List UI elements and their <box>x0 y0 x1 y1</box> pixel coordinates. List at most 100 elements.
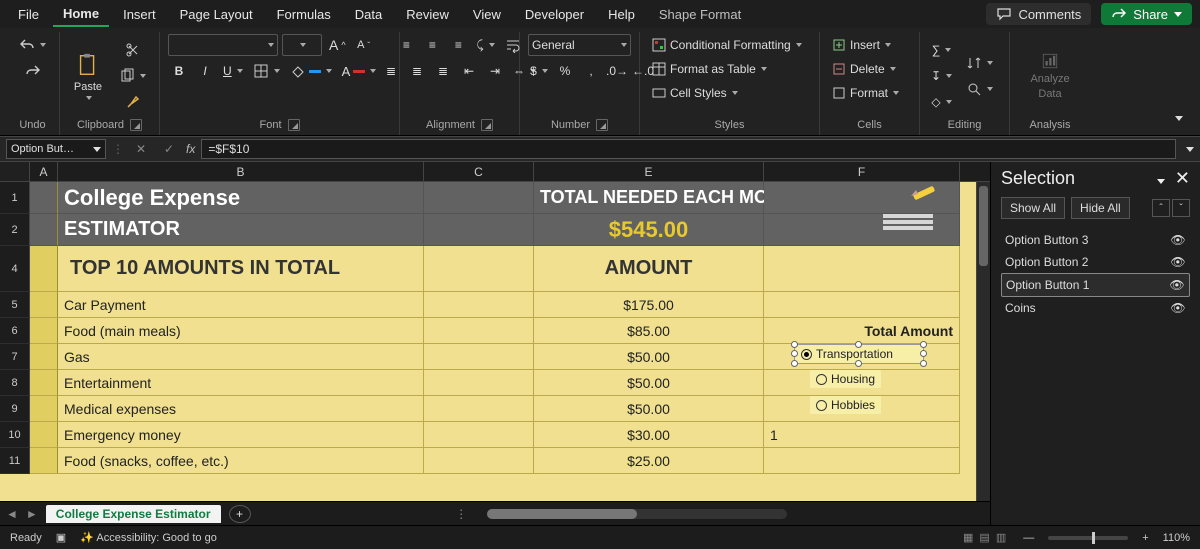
cell-total-label[interactable]: TOTAL NEEDED EACH MONTH: <box>534 182 764 214</box>
fx-label[interactable]: fx <box>186 142 195 156</box>
hide-all-button[interactable]: Hide All <box>1071 197 1130 219</box>
insert-cells-button[interactable]: Insert <box>828 34 911 56</box>
clear-button[interactable]: ◇ <box>928 91 954 113</box>
row-11-header[interactable]: 11 <box>0 448 30 474</box>
zoom-out-button[interactable]: — <box>1023 532 1034 544</box>
share-button[interactable]: Share <box>1101 3 1192 25</box>
increase-decimal-button[interactable]: .0→ <box>606 60 628 82</box>
undo-button[interactable] <box>16 34 49 56</box>
italic-button[interactable]: I <box>194 60 216 82</box>
eye-icon[interactable]: 👁 <box>1170 233 1186 247</box>
tab-shape-format[interactable]: Shape Format <box>649 3 751 26</box>
tab-file[interactable]: File <box>8 3 49 26</box>
cell-total-value[interactable]: $545.00 <box>534 214 764 246</box>
increase-indent-button[interactable]: ⇥ <box>484 60 506 82</box>
cell-b10[interactable]: Emergency money <box>58 422 424 448</box>
autosum-button[interactable]: ∑ <box>929 39 955 61</box>
cell-title1[interactable]: College Expense <box>58 182 424 214</box>
cell-b6[interactable]: Food (main meals) <box>58 318 424 344</box>
row-4-header[interactable]: 4 <box>0 246 30 292</box>
row-5-header[interactable]: 5 <box>0 292 30 318</box>
paste-button[interactable]: Paste <box>68 52 108 100</box>
cell-e9[interactable]: $50.00 <box>534 396 764 422</box>
row-7-header[interactable]: 7 <box>0 344 30 370</box>
currency-button[interactable]: $ <box>528 60 550 82</box>
ribbon-collapse-button[interactable] <box>1168 107 1190 129</box>
zoom-slider[interactable] <box>1048 536 1128 540</box>
cell-f10[interactable]: 1 <box>764 422 960 448</box>
row-10-header[interactable]: 10 <box>0 422 30 448</box>
tab-developer[interactable]: Developer <box>515 3 594 26</box>
tab-formulas[interactable]: Formulas <box>267 3 341 26</box>
comments-button[interactable]: Comments <box>986 3 1091 25</box>
cell-e11[interactable]: $25.00 <box>534 448 764 474</box>
align-top-button[interactable]: ≡ <box>395 34 417 56</box>
selection-item-coins[interactable]: Coins👁 <box>1001 297 1190 319</box>
sheet-nav-prev[interactable]: ◄ <box>6 507 18 521</box>
cancel-formula-button[interactable]: ✕ <box>130 138 152 160</box>
cut-button[interactable] <box>122 39 144 61</box>
redo-button[interactable] <box>22 60 44 82</box>
macro-record-icon[interactable]: ▣ <box>56 531 66 544</box>
sheet-nav-next[interactable]: ► <box>26 507 38 521</box>
col-E[interactable]: E <box>534 162 764 181</box>
bring-forward-button[interactable]: ˆ <box>1152 199 1170 217</box>
border-button[interactable] <box>250 60 283 82</box>
selection-pane-menu[interactable] <box>1157 179 1165 184</box>
cell-b5[interactable]: Car Payment <box>58 292 424 318</box>
analyze-data-button[interactable]: Analyze Data <box>1030 52 1070 100</box>
tab-insert[interactable]: Insert <box>113 3 166 26</box>
option-button-hobbies[interactable]: Hobbies <box>810 396 881 414</box>
cell-b11[interactable]: Food (snacks, coffee, etc.) <box>58 448 424 474</box>
cell-b7[interactable]: Gas <box>58 344 424 370</box>
cell-e7[interactable]: $50.00 <box>534 344 764 370</box>
cell-sub-label[interactable]: TOP 10 AMOUNTS IN TOTAL <box>58 246 424 292</box>
number-format-select[interactable]: General <box>528 34 631 56</box>
format-cells-button[interactable]: Format <box>828 82 911 104</box>
option-button-housing[interactable]: Housing <box>810 370 881 388</box>
row-9-header[interactable]: 9 <box>0 396 30 422</box>
cell-e10[interactable]: $30.00 <box>534 422 764 448</box>
close-selection-pane-button[interactable]: ✕ <box>1175 168 1190 188</box>
format-painter-button[interactable] <box>122 91 144 113</box>
sheet-tab-active[interactable]: College Expense Estimator <box>46 505 221 523</box>
row-2-header[interactable]: 2 <box>0 214 30 246</box>
vertical-scrollbar[interactable] <box>976 182 990 501</box>
underline-button[interactable]: U <box>220 60 246 82</box>
decrease-font-button[interactable]: Aˇ <box>353 34 375 56</box>
new-sheet-button[interactable]: + <box>229 505 251 523</box>
comma-button[interactable]: , <box>580 60 602 82</box>
align-middle-button[interactable]: ≡ <box>421 34 443 56</box>
tab-help[interactable]: Help <box>598 3 645 26</box>
zoom-in-button[interactable]: + <box>1142 532 1148 544</box>
cell-e8[interactable]: $50.00 <box>534 370 764 396</box>
select-all-corner[interactable] <box>0 162 30 181</box>
cell-styles-button[interactable]: Cell Styles <box>648 82 811 104</box>
font-size-select[interactable] <box>282 34 322 56</box>
spreadsheet[interactable]: A B C E F 1 College Expense TOTAL NEEDED… <box>0 162 990 525</box>
eye-icon[interactable]: 👁 <box>1169 278 1185 292</box>
copy-button[interactable] <box>116 65 149 87</box>
delete-cells-button[interactable]: Delete <box>828 58 911 80</box>
selection-item-1[interactable]: Option Button 1👁 <box>1001 273 1190 297</box>
show-all-button[interactable]: Show All <box>1001 197 1065 219</box>
option-button-transportation[interactable]: Transportation <box>794 344 924 364</box>
sort-filter-button[interactable] <box>963 52 996 74</box>
formula-input[interactable] <box>201 139 1176 159</box>
font-launcher[interactable] <box>288 119 300 131</box>
tab-data[interactable]: Data <box>345 3 392 26</box>
decrease-indent-button[interactable]: ⇤ <box>458 60 480 82</box>
align-left-button[interactable]: ≣ <box>380 60 402 82</box>
col-A[interactable]: A <box>30 162 58 181</box>
cell-b8[interactable]: Entertainment <box>58 370 424 396</box>
align-center-button[interactable]: ≣ <box>406 60 428 82</box>
col-F[interactable]: F <box>764 162 960 181</box>
conditional-formatting-button[interactable]: Conditional Formatting <box>648 34 811 56</box>
send-backward-button[interactable]: ˇ <box>1172 199 1190 217</box>
percent-button[interactable]: % <box>554 60 576 82</box>
align-bottom-button[interactable]: ≡ <box>447 34 469 56</box>
view-buttons[interactable]: ▦▤▥ <box>960 531 1009 544</box>
enter-formula-button[interactable]: ✓ <box>158 138 180 160</box>
find-select-button[interactable] <box>963 78 996 100</box>
name-box[interactable]: Option But… <box>6 139 106 159</box>
